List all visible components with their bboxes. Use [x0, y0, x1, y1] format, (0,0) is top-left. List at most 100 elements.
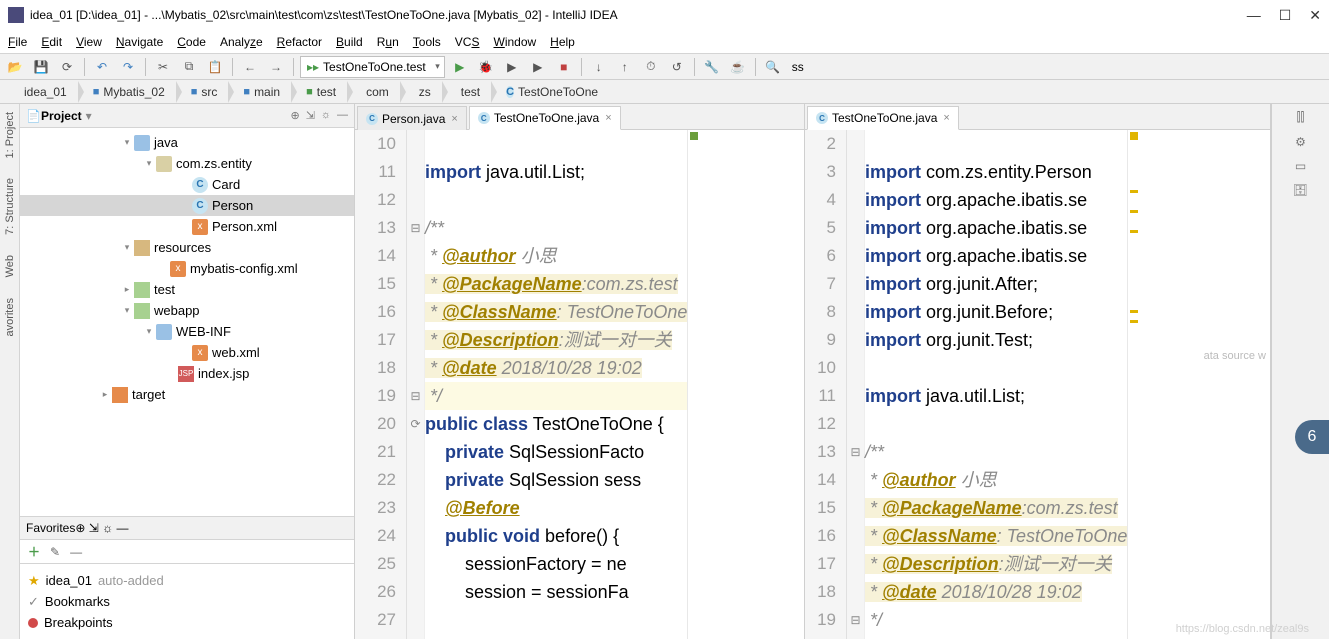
code-area-left[interactable]: 101112131415161718192021222324252627 ⊟ ⊟… — [355, 130, 804, 639]
expand-icon[interactable]: ▭ — [1295, 159, 1306, 173]
sdk-icon[interactable]: ☕ — [727, 56, 749, 78]
copy-icon[interactable]: ⧉ — [178, 56, 200, 78]
menu-navigate[interactable]: Navigate — [116, 35, 163, 49]
settings-icon[interactable]: ☼ — [321, 109, 331, 122]
coverage-icon[interactable]: ▶ — [501, 56, 523, 78]
node-test[interactable]: ▸test — [20, 279, 354, 300]
code-area-right[interactable]: 2345678910111213141516171819 ⊟ ⊟ import … — [805, 130, 1270, 639]
node-webinf[interactable]: ▾WEB-INF — [20, 321, 354, 342]
node-person-xml[interactable]: xPerson.xml — [20, 216, 354, 237]
node-java[interactable]: ▾java — [20, 132, 354, 153]
node-target[interactable]: ▸target — [20, 384, 354, 405]
close-button[interactable]: ✕ — [1309, 7, 1321, 24]
menu-vcs[interactable]: VCS — [455, 35, 480, 49]
close-tab-icon[interactable]: × — [451, 113, 457, 125]
fav-settings-icon[interactable]: ☼ — [102, 521, 113, 535]
fav-bookmarks[interactable]: ✓Bookmarks — [28, 591, 346, 612]
menu-refactor[interactable]: Refactor — [277, 35, 322, 49]
stop-icon[interactable]: ■ — [553, 56, 575, 78]
open-icon[interactable]: 📂 — [4, 56, 26, 78]
split-icon[interactable]: ⫿⫿ — [1297, 110, 1305, 125]
tab-testonetoone-left[interactable]: CTestOneToOne.java× — [469, 106, 621, 130]
menu-help[interactable]: Help — [550, 35, 575, 49]
fav-autoscroll-icon[interactable]: ⊕ — [75, 521, 85, 535]
add-favorite-icon[interactable]: ＋ — [28, 543, 40, 560]
tab-project[interactable]: 1: Project — [4, 112, 16, 158]
tab-favorites[interactable]: avorites — [4, 298, 16, 337]
node-webapp[interactable]: ▾webapp — [20, 300, 354, 321]
hide-icon[interactable]: — — [337, 109, 348, 122]
node-pkg[interactable]: ▾com.zs.entity — [20, 153, 354, 174]
remove-favorite-icon[interactable]: — — [70, 545, 82, 559]
node-card[interactable]: CCard — [20, 174, 354, 195]
redo-icon[interactable]: ↷ — [117, 56, 139, 78]
window-title: idea_01 [D:\idea_01] - ...\Mybatis_02\sr… — [30, 8, 618, 22]
bc-class[interactable]: CTestOneToOne — [490, 81, 608, 103]
paste-icon[interactable]: 📋 — [204, 56, 226, 78]
maximize-button[interactable]: ☐ — [1279, 7, 1292, 24]
cut-icon[interactable]: ✂ — [152, 56, 174, 78]
close-tab-icon[interactable]: × — [605, 112, 611, 124]
gutter-icons-right: ⊟ ⊟ — [847, 130, 865, 639]
menu-view[interactable]: View — [76, 35, 102, 49]
back-icon[interactable]: ← — [239, 56, 261, 78]
node-mybatis-cfg[interactable]: xmybatis-config.xml — [20, 258, 354, 279]
vcs-commit-icon[interactable]: ↑ — [614, 56, 636, 78]
run-icon[interactable]: ▶ — [449, 56, 471, 78]
close-tab-icon[interactable]: × — [943, 112, 949, 124]
scroll-to-icon[interactable]: ⊕ — [290, 109, 299, 122]
fav-hide-icon[interactable]: — — [117, 521, 129, 535]
tab-web[interactable]: Web — [4, 255, 16, 277]
edit-favorite-icon[interactable]: ✎ — [50, 545, 60, 559]
bc-src[interactable]: ■src — [175, 81, 228, 103]
menu-tools[interactable]: Tools — [413, 35, 441, 49]
project-tree[interactable]: ▾java ▾com.zs.entity CCard CPerson xPers… — [20, 128, 354, 516]
collapse-icon[interactable]: ⇲ — [306, 109, 315, 122]
bc-mybatis02[interactable]: ■Mybatis_02 — [77, 81, 175, 103]
fav-breakpoints[interactable]: Breakpoints — [28, 612, 346, 633]
ss-label: ss — [788, 60, 808, 74]
bc-test[interactable]: ■test — [290, 81, 346, 103]
node-resources[interactable]: ▾resources — [20, 237, 354, 258]
menu-code[interactable]: Code — [177, 35, 206, 49]
tab-structure[interactable]: 7: Structure — [4, 178, 16, 235]
node-webxml[interactable]: xweb.xml — [20, 342, 354, 363]
search-icon[interactable]: 🔍 — [762, 56, 784, 78]
run-config-combo[interactable]: ▸▸ TestOneToOne.test — [300, 56, 445, 78]
vcs-update-icon[interactable]: ↓ — [588, 56, 610, 78]
minimize-button[interactable]: — — [1247, 7, 1261, 24]
fav-collapse-icon[interactable]: ⇲ — [89, 521, 99, 535]
bc-zs[interactable]: zs — [399, 81, 441, 103]
error-stripe-left[interactable] — [687, 130, 699, 639]
profile-icon[interactable]: ▶ — [527, 56, 549, 78]
save-icon[interactable]: 💾 — [30, 56, 52, 78]
menu-file[interactable]: File — [8, 35, 27, 49]
menu-build[interactable]: Build — [336, 35, 363, 49]
refresh-icon[interactable]: ⟳ — [56, 56, 78, 78]
gear-icon[interactable]: ⚙ — [1295, 135, 1306, 149]
structure-icon[interactable]: 🔧 — [701, 56, 723, 78]
db-icon[interactable]: 🗄 — [1293, 183, 1308, 197]
vcs-revert-icon[interactable]: ↺ — [666, 56, 688, 78]
menu-analyze[interactable]: Analyze — [220, 35, 263, 49]
menu-window[interactable]: Window — [493, 35, 536, 49]
error-stripe-right[interactable] — [1127, 130, 1139, 639]
node-person[interactable]: CPerson — [20, 195, 354, 216]
bc-com[interactable]: com — [346, 81, 399, 103]
vcs-history-icon[interactable]: ⏱ — [640, 56, 662, 78]
bc-test2[interactable]: test — [441, 81, 490, 103]
forward-icon[interactable]: → — [265, 56, 287, 78]
notification-badge[interactable]: 6 — [1295, 420, 1329, 454]
debug-icon[interactable]: 🐞 — [475, 56, 497, 78]
node-indexjsp[interactable]: JSPindex.jsp — [20, 363, 354, 384]
menu-run[interactable]: Run — [377, 35, 399, 49]
tab-person-java[interactable]: CPerson.java× — [357, 106, 467, 130]
fav-idea01[interactable]: ★idea_01 auto-added — [28, 570, 346, 591]
code-right[interactable]: import com.zs.entity.Personimport org.ap… — [865, 130, 1127, 639]
code-left[interactable]: import java.util.List; /** * @author 小思 … — [425, 130, 687, 639]
undo-icon[interactable]: ↶ — [91, 56, 113, 78]
bc-idea01[interactable]: idea_01 — [4, 81, 77, 103]
bc-main[interactable]: ■main — [227, 81, 290, 103]
tab-testonetoone-right[interactable]: CTestOneToOne.java× — [807, 106, 959, 130]
menu-edit[interactable]: Edit — [41, 35, 62, 49]
